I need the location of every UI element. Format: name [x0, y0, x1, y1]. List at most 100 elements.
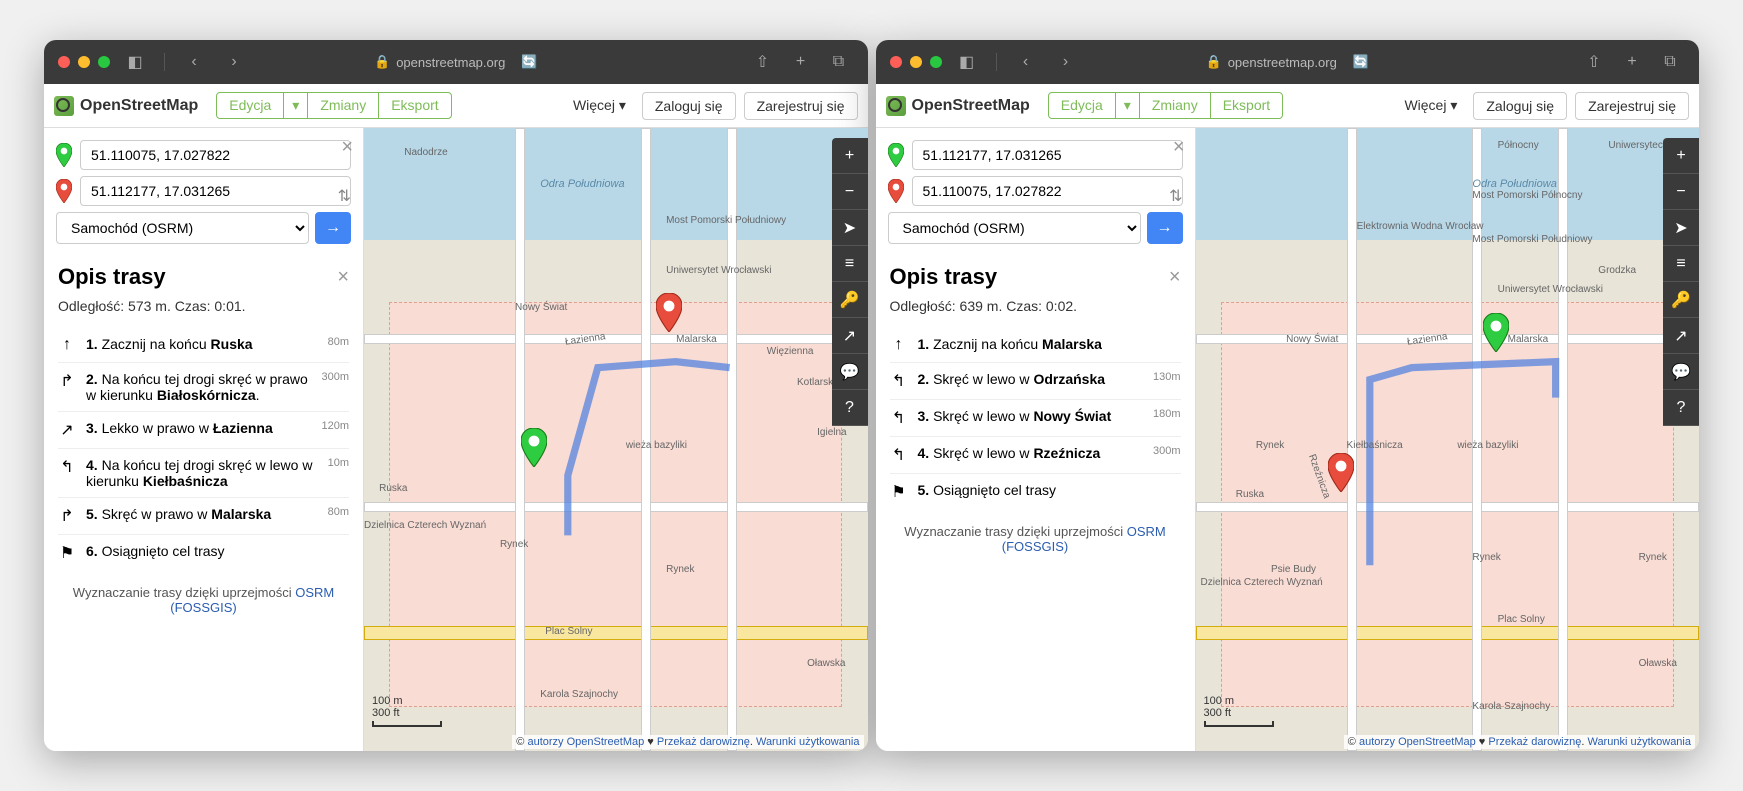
step-item[interactable]: ↗ 3. Lekko w prawo w Łazienna 120m	[58, 412, 349, 449]
nav-edit[interactable]: Edycja	[217, 93, 284, 118]
forward-icon[interactable]: ›	[1051, 49, 1081, 75]
back-icon[interactable]: ‹	[179, 49, 209, 75]
zoom-in-icon[interactable]: +	[1663, 138, 1699, 174]
label: Rynek	[1256, 440, 1284, 451]
signup-button[interactable]: Zarejestruj się	[744, 92, 858, 120]
zoom-out-icon[interactable]: −	[1663, 174, 1699, 210]
logo[interactable]: OpenStreetMap	[54, 96, 198, 116]
route-title: Opis trasy	[890, 264, 998, 290]
nav-history[interactable]: Zmiany	[308, 93, 379, 118]
tabs-icon[interactable]: ⧉	[1655, 49, 1685, 75]
note-icon[interactable]: 💬	[832, 354, 868, 390]
close-route-icon[interactable]: ×	[337, 266, 349, 289]
attribution-donate[interactable]: Przekaż darowiznę	[1488, 736, 1581, 748]
share-map-icon[interactable]: ↗	[832, 318, 868, 354]
go-button[interactable]: →	[315, 212, 351, 244]
step-text: 2. Skręć w lewo w Odrzańska	[918, 371, 1143, 387]
label: Dzielnica Czterech Wyznań	[364, 520, 486, 531]
query-icon[interactable]: ?	[832, 390, 868, 426]
reader-icon[interactable]: 🔄	[1353, 54, 1369, 70]
step-item[interactable]: ⚑ 6. Osiągnięto cel trasy	[58, 535, 349, 571]
layers-icon[interactable]: ≡	[832, 246, 868, 282]
share-icon[interactable]: ⇧	[748, 49, 778, 75]
key-icon[interactable]: 🔑	[832, 282, 868, 318]
marker-from[interactable]	[521, 428, 547, 468]
address-bar[interactable]: 🔒 openstreetmap.org 🔄	[1206, 54, 1370, 70]
to-input[interactable]	[912, 176, 1183, 206]
back-icon[interactable]: ‹	[1011, 49, 1041, 75]
to-input[interactable]	[80, 176, 351, 206]
logo[interactable]: OpenStreetMap	[886, 96, 1030, 116]
attribution-donate[interactable]: Przekaż darowiznę	[657, 736, 750, 748]
map[interactable]: Odra Południowa Nadodrze Most Pomorski P…	[364, 128, 868, 751]
close-icon[interactable]: ×	[1173, 136, 1185, 159]
go-button[interactable]: →	[1147, 212, 1183, 244]
nav-edit-dropdown[interactable]: ▾	[1116, 93, 1140, 118]
close-icon[interactable]: ×	[341, 136, 353, 159]
login-button[interactable]: Zaloguj się	[642, 92, 736, 120]
zoom-window-icon[interactable]	[930, 56, 942, 68]
locate-icon[interactable]: ➤	[832, 210, 868, 246]
new-tab-icon[interactable]: +	[1617, 49, 1647, 75]
forward-icon[interactable]: ›	[219, 49, 249, 75]
nav-edit-dropdown[interactable]: ▾	[284, 93, 308, 118]
tabs-icon[interactable]: ⧉	[824, 49, 854, 75]
zoom-window-icon[interactable]	[98, 56, 110, 68]
engine-select[interactable]: Samochód (OSRM)	[56, 212, 309, 244]
nav-history[interactable]: Zmiany	[1140, 93, 1211, 118]
attribution-terms[interactable]: Warunki użytkowania	[1587, 736, 1691, 748]
zoom-in-icon[interactable]: +	[832, 138, 868, 174]
sidebar-toggle-icon[interactable]: ◧	[120, 49, 150, 75]
step-item[interactable]: ↰ 2. Skręć w lewo w Odrzańska 130m	[890, 363, 1181, 400]
minimize-window-icon[interactable]	[78, 56, 90, 68]
zoom-out-icon[interactable]: −	[832, 174, 868, 210]
share-map-icon[interactable]: ↗	[1663, 318, 1699, 354]
signup-button[interactable]: Zarejestruj się	[1575, 92, 1689, 120]
nav-edit[interactable]: Edycja	[1049, 93, 1116, 118]
map[interactable]: Odra Południowa Północny Uniwersytecki M…	[1196, 128, 1700, 751]
marker-from[interactable]	[1483, 313, 1509, 353]
label: Nowy Świat	[515, 302, 567, 313]
close-window-icon[interactable]	[58, 56, 70, 68]
attribution-terms[interactable]: Warunki użytkowania	[756, 736, 860, 748]
label: Nowy Świat	[1286, 334, 1338, 345]
step-item[interactable]: ↰ 4. Skręć w lewo w Rzeźnicza 300m	[890, 437, 1181, 474]
step-distance: 130m	[1153, 371, 1181, 383]
nav-more[interactable]: Więcej ▾	[565, 93, 634, 118]
login-button[interactable]: Zaloguj się	[1473, 92, 1567, 120]
step-item[interactable]: ↱ 2. Na końcu tej drogi skręć w prawo w …	[58, 363, 349, 412]
url-text: openstreetmap.org	[1228, 55, 1337, 70]
engine-select[interactable]: Samochód (OSRM)	[888, 212, 1141, 244]
layers-icon[interactable]: ≡	[1663, 246, 1699, 282]
swap-icon[interactable]: ⇅	[338, 186, 351, 206]
key-icon[interactable]: 🔑	[1663, 282, 1699, 318]
query-icon[interactable]: ?	[1663, 390, 1699, 426]
step-item[interactable]: ↰ 3. Skręć w lewo w Nowy Świat 180m	[890, 400, 1181, 437]
locate-icon[interactable]: ➤	[1663, 210, 1699, 246]
reader-icon[interactable]: 🔄	[521, 54, 537, 70]
swap-icon[interactable]: ⇅	[1169, 186, 1182, 206]
scale-bar: 100 m 300 ft	[372, 695, 442, 727]
close-window-icon[interactable]	[890, 56, 902, 68]
share-icon[interactable]: ⇧	[1579, 49, 1609, 75]
nav-export[interactable]: Eksport	[379, 93, 450, 118]
address-bar[interactable]: 🔒 openstreetmap.org 🔄	[374, 54, 538, 70]
new-tab-icon[interactable]: +	[786, 49, 816, 75]
step-item[interactable]: ⚑ 5. Osiągnięto cel trasy	[890, 474, 1181, 510]
attribution-authors[interactable]: autorzy OpenStreetMap	[1359, 736, 1476, 748]
step-item[interactable]: ↰ 4. Na końcu tej drogi skręć w lewo w k…	[58, 449, 349, 498]
sidebar-toggle-icon[interactable]: ◧	[952, 49, 982, 75]
marker-to[interactable]	[656, 293, 682, 333]
nav-export[interactable]: Eksport	[1211, 93, 1282, 118]
step-item[interactable]: ↱ 5. Skręć w prawo w Malarska 80m	[58, 498, 349, 535]
step-item[interactable]: ↑ 1. Zacznij na końcu Ruska 80m	[58, 328, 349, 363]
step-item[interactable]: ↑ 1. Zacznij na końcu Malarska	[890, 328, 1181, 363]
note-icon[interactable]: 💬	[1663, 354, 1699, 390]
attribution-authors[interactable]: autorzy OpenStreetMap	[527, 736, 644, 748]
marker-to[interactable]	[1328, 453, 1354, 493]
from-input[interactable]	[912, 140, 1183, 170]
close-route-icon[interactable]: ×	[1169, 266, 1181, 289]
from-input[interactable]	[80, 140, 351, 170]
minimize-window-icon[interactable]	[910, 56, 922, 68]
nav-more[interactable]: Więcej ▾	[1396, 93, 1465, 118]
